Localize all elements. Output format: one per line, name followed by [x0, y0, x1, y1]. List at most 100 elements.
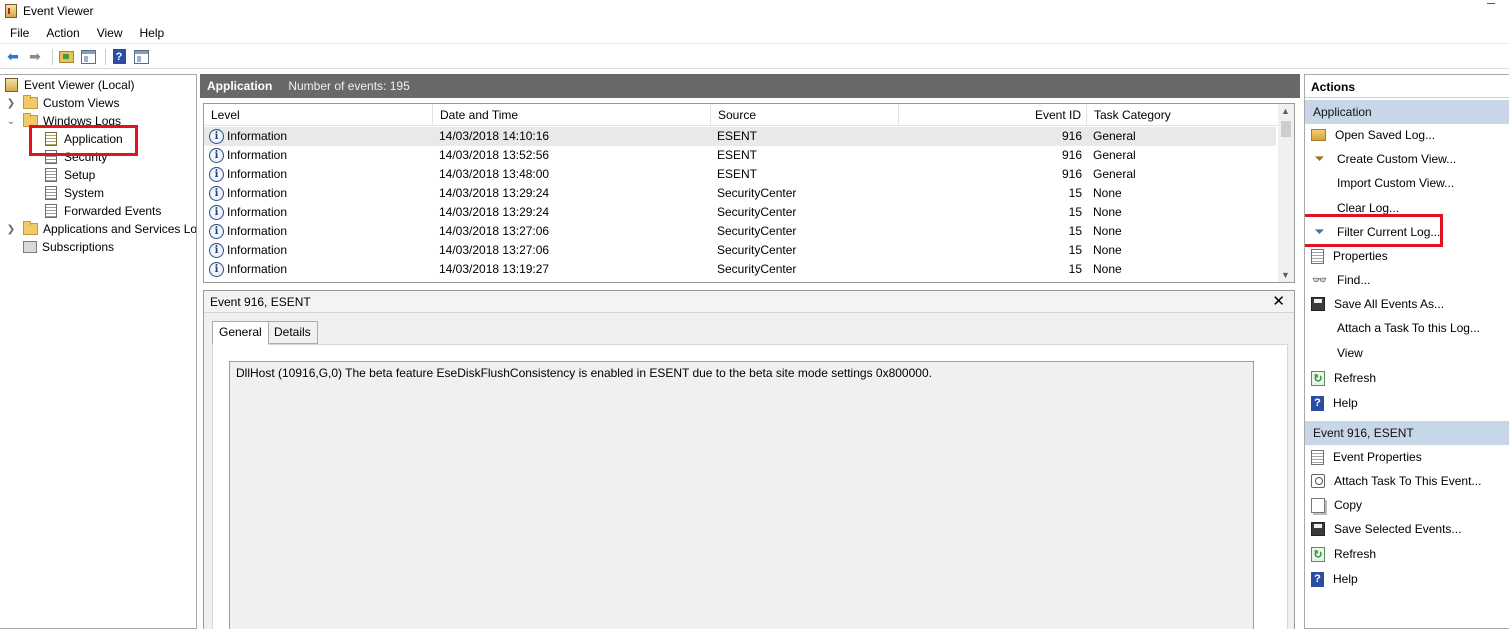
table-row[interactable]: i Information 14/03/2018 13:27:06 SecurityC…	[204, 222, 1276, 241]
action-label: Import Custom View...	[1337, 176, 1455, 190]
show-hide-console-tree-button[interactable]	[79, 48, 97, 66]
action-import-custom-view[interactable]: Import Custom View...	[1305, 172, 1509, 194]
cell-date-time: 14/03/2018 13:27:06	[439, 224, 550, 238]
action-label: Clear Log...	[1337, 201, 1400, 215]
action-create-custom-view[interactable]: ⏷ Create Custom View...	[1305, 148, 1509, 170]
column-level[interactable]: Level	[204, 104, 433, 126]
tree-item-applications-and-services[interactable]: ❯ Applications and Services Lo	[5, 220, 197, 238]
menu-action[interactable]: Action	[40, 26, 85, 40]
action-label: Open Saved Log...	[1335, 128, 1436, 142]
cell-level: i Information	[209, 260, 287, 279]
expand-chevron-icon[interactable]: ❯	[5, 98, 17, 109]
open-folder-button[interactable]	[57, 48, 75, 66]
table-row[interactable]: i Information 14/03/2018 13:52:56 ESENT 916 G…	[204, 146, 1276, 165]
action-find[interactable]: 👓 Find...	[1305, 269, 1509, 291]
tab-general[interactable]: General	[212, 321, 269, 345]
cell-source: ESENT	[717, 167, 758, 181]
action-save-all-events-as[interactable]: Save All Events As...	[1305, 293, 1509, 315]
tree-item-label: Event Viewer (Local)	[24, 78, 135, 92]
open-folder-icon	[58, 50, 74, 63]
event-message: DllHost (10916,G,0) The beta feature Ese…	[229, 361, 1254, 629]
open-folder-icon	[1311, 129, 1326, 141]
action-label: Attach a Task To this Log...	[1337, 321, 1480, 335]
log-title: Application	[207, 79, 273, 93]
table-row[interactable]: i Information 14/03/2018 13:19:27 SecurityC…	[204, 260, 1276, 279]
tree-item-label: Applications and Services Lo	[43, 222, 197, 236]
scroll-down-icon[interactable]: ▼	[1281, 270, 1290, 280]
tree-item-label: Custom Views	[43, 96, 120, 110]
action-help[interactable]: ? Help	[1305, 568, 1509, 590]
help-button[interactable]: ?	[110, 48, 128, 66]
action-label: Find...	[1337, 273, 1371, 287]
section-event[interactable]: Event 916, ESENT	[1305, 421, 1509, 445]
toolbar-separator	[105, 48, 106, 65]
expand-chevron-icon[interactable]: ❯	[5, 224, 17, 235]
menu-file[interactable]: File	[4, 26, 35, 40]
cell-source: SecurityCenter	[717, 262, 797, 276]
show-hide-action-pane-button[interactable]	[132, 48, 150, 66]
cell-task-category: None	[1093, 224, 1122, 238]
cell-level: i Information	[209, 203, 287, 222]
action-properties[interactable]: Properties	[1305, 245, 1509, 267]
tab-details[interactable]: Details	[267, 321, 318, 344]
action-refresh[interactable]: ↻ Refresh	[1305, 543, 1509, 565]
action-attach-task-to-this-event[interactable]: Attach Task To This Event...	[1305, 470, 1509, 492]
column-event-id[interactable]: Event ID	[899, 104, 1087, 126]
console-tree: Event Viewer (Local) ❯ Custom Views ⌄ Wi…	[0, 74, 197, 629]
action-help[interactable]: ? Help	[1305, 392, 1509, 414]
action-open-saved-log[interactable]: Open Saved Log...	[1305, 124, 1509, 146]
table-row[interactable]: i Information 14/03/2018 13:29:24 SecurityC…	[204, 184, 1276, 203]
action-refresh[interactable]: ↻ Refresh	[1305, 367, 1509, 389]
section-application[interactable]: Application	[1305, 100, 1509, 124]
action-attach-a-task-to-this-log[interactable]: Attach a Task To this Log...	[1305, 317, 1509, 339]
cell-source: SecurityCenter	[717, 224, 797, 238]
table-row[interactable]: i Information 14/03/2018 14:10:16 ESENT 916 G…	[204, 127, 1276, 146]
collapse-chevron-icon[interactable]: ⌄	[5, 116, 17, 127]
table-row[interactable]: i Information 14/03/2018 13:27:06 SecurityC…	[204, 241, 1276, 260]
action-label: Save All Events As...	[1334, 297, 1445, 311]
menu-view[interactable]: View	[91, 26, 129, 40]
tree-item-custom-views[interactable]: ❯ Custom Views	[5, 94, 119, 112]
action-copy[interactable]: Copy	[1305, 494, 1509, 516]
toolbar-separator	[52, 48, 53, 65]
cell-event-id: 15	[1068, 243, 1082, 257]
action-view[interactable]: View	[1305, 342, 1509, 364]
tree-item-system[interactable]: System	[45, 184, 104, 202]
scroll-thumb[interactable]	[1281, 121, 1291, 137]
table-row[interactable]: i Information 14/03/2018 13:48:00 ESENT 916 G…	[204, 165, 1276, 184]
close-icon[interactable]: ✕	[1272, 292, 1285, 310]
menu-help[interactable]: Help	[134, 26, 171, 40]
tree-item-subscriptions[interactable]: Subscriptions	[5, 238, 114, 256]
tree-item-root[interactable]: Event Viewer (Local)	[5, 76, 135, 94]
task-icon	[1311, 474, 1325, 488]
column-task-category[interactable]: Task Category	[1087, 104, 1280, 126]
table-row[interactable]: i Information 14/03/2018 13:29:24 SecurityC…	[204, 203, 1276, 222]
action-event-properties[interactable]: Event Properties	[1305, 446, 1509, 468]
action-label: Refresh	[1334, 547, 1377, 561]
detail-title: Event 916, ESENT	[210, 295, 311, 309]
minimize-icon[interactable]	[1487, 0, 1495, 4]
action-label: Create Custom View...	[1337, 152, 1457, 166]
level-text: Information	[227, 262, 288, 276]
forward-arrow-icon[interactable]: ➡	[26, 48, 44, 66]
tree-item-forwarded-events[interactable]: Forwarded Events	[45, 202, 161, 220]
action-label: View	[1337, 346, 1363, 360]
vertical-scrollbar[interactable]: ▲ ▼	[1278, 104, 1294, 282]
cell-level: i Information	[209, 222, 287, 241]
column-source[interactable]: Source	[711, 104, 899, 126]
back-arrow-icon[interactable]: ⬅	[4, 48, 22, 66]
cell-task-category: None	[1093, 205, 1122, 219]
event-viewer-icon	[5, 78, 18, 92]
cell-date-time: 14/03/2018 14:10:16	[439, 129, 550, 143]
binoculars-icon: 👓	[1312, 273, 1327, 287]
tree-item-label: System	[64, 186, 105, 200]
detail-header: Event 916, ESENT ✕	[204, 291, 1294, 313]
column-date-time[interactable]: Date and Time	[433, 104, 711, 126]
action-save-selected-events[interactable]: Save Selected Events...	[1305, 518, 1509, 540]
cell-event-id: 916	[1061, 148, 1082, 162]
level-text: Information	[227, 129, 288, 143]
cell-date-time: 14/03/2018 13:27:06	[439, 243, 550, 257]
scroll-up-icon[interactable]: ▲	[1281, 106, 1290, 116]
level-text: Information	[227, 205, 288, 219]
tree-item-setup[interactable]: Setup	[45, 166, 95, 184]
